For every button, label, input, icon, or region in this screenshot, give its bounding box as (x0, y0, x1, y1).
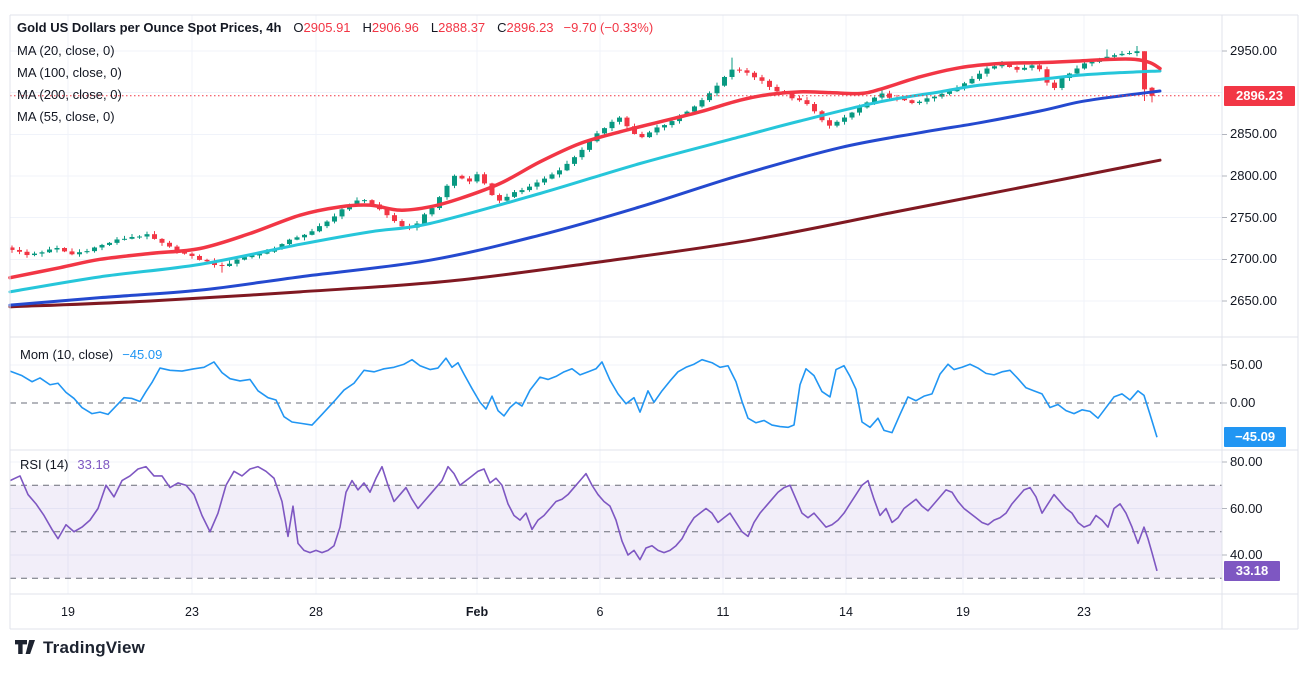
chart-canvas[interactable] (0, 0, 1312, 674)
tradingview-text: TradingView (43, 638, 145, 658)
tradingview-icon (14, 639, 36, 657)
tradingview-logo[interactable]: TradingView (14, 638, 145, 658)
chart-widget: Gold US Dollars per Ounce Spot Prices, 4… (0, 0, 1312, 674)
